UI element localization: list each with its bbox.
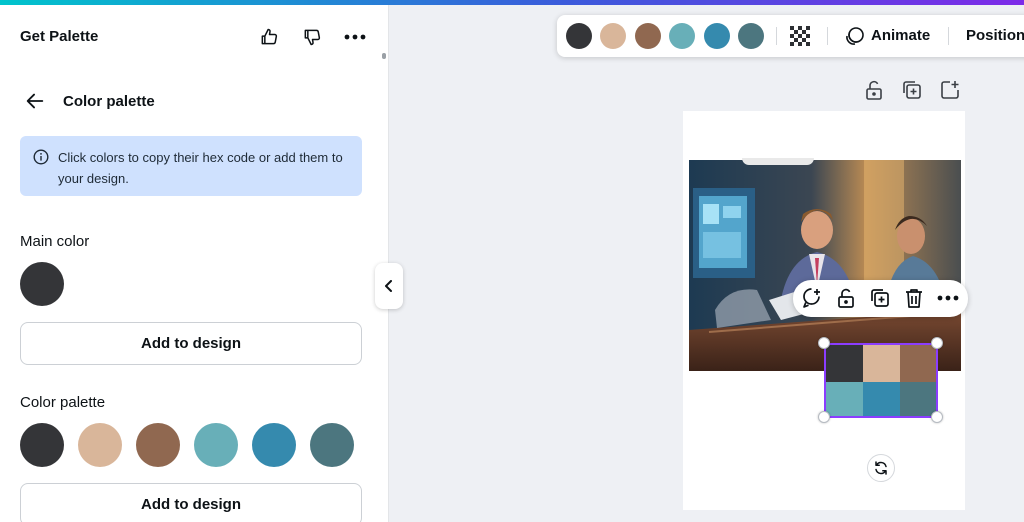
collapse-panel-button[interactable] bbox=[375, 263, 403, 309]
palette-grid-cell bbox=[863, 382, 900, 416]
more-options-button[interactable] bbox=[342, 24, 368, 50]
side-panel: Get Palette Color palette Click colors t… bbox=[0, 5, 389, 522]
palette-swatch[interactable] bbox=[78, 423, 122, 467]
resize-handle-bottom-left[interactable] bbox=[818, 411, 830, 423]
resize-handle-bottom-right[interactable] bbox=[931, 411, 943, 423]
toolbar-divider bbox=[948, 27, 949, 45]
element-context-toolbar bbox=[793, 280, 968, 317]
duplicate-page-icon[interactable] bbox=[901, 79, 923, 101]
thumbs-up-button[interactable] bbox=[256, 24, 282, 50]
info-text: Click colors to copy their hex code or a… bbox=[58, 150, 343, 186]
app-title: Get Palette bbox=[20, 28, 99, 45]
toolbar-divider bbox=[827, 27, 828, 45]
toolbar-color-swatch[interactable] bbox=[566, 23, 592, 49]
toolbar-color-swatch[interactable] bbox=[635, 23, 661, 49]
resize-handle-top-left[interactable] bbox=[818, 337, 830, 349]
thumbs-down-button[interactable] bbox=[299, 24, 325, 50]
trash-icon[interactable] bbox=[903, 287, 925, 309]
info-banner: Click colors to copy their hex code or a… bbox=[20, 136, 362, 196]
add-main-color-button[interactable]: Add to design bbox=[20, 322, 362, 365]
palette-grid-cell bbox=[863, 345, 900, 382]
toolbar-color-swatch[interactable] bbox=[669, 23, 695, 49]
palette-grid-cell bbox=[900, 345, 936, 382]
chevron-left-icon bbox=[385, 280, 392, 292]
palette-swatch[interactable] bbox=[310, 423, 354, 467]
palette-grid-cell bbox=[826, 382, 863, 416]
thumbs-up-icon bbox=[261, 28, 278, 45]
animate-button[interactable]: Animate bbox=[871, 27, 930, 44]
resize-handle-top-right[interactable] bbox=[931, 337, 943, 349]
position-button[interactable]: Position bbox=[966, 27, 1024, 44]
toolbar-color-swatch[interactable] bbox=[600, 23, 626, 49]
comment-add-icon[interactable] bbox=[801, 287, 823, 309]
main-color-swatch[interactable] bbox=[20, 262, 64, 306]
duplicate-icon[interactable] bbox=[869, 287, 891, 309]
scrollbar-thumb[interactable] bbox=[382, 53, 386, 59]
panel-subtitle: Color palette bbox=[63, 93, 155, 110]
toolbar-divider bbox=[776, 27, 777, 45]
thumbs-down-icon bbox=[304, 29, 321, 46]
palette-swatch[interactable] bbox=[20, 423, 64, 467]
add-page-icon[interactable] bbox=[939, 79, 961, 101]
animate-icon bbox=[846, 27, 864, 45]
toolbar-color-swatch[interactable] bbox=[704, 23, 730, 49]
palette-grid-cell bbox=[826, 345, 863, 382]
more-dots-icon bbox=[344, 34, 366, 40]
image-edge-highlight bbox=[742, 158, 814, 165]
editor-toolbar: Animate Position bbox=[557, 15, 1024, 57]
more-dots-icon[interactable] bbox=[937, 293, 959, 303]
add-palette-button[interactable]: Add to design bbox=[20, 483, 362, 522]
info-icon bbox=[33, 149, 49, 165]
lock-icon[interactable] bbox=[835, 287, 857, 309]
toolbar-color-swatch[interactable] bbox=[738, 23, 764, 49]
palette-grid-cell bbox=[900, 382, 936, 416]
rotate-button[interactable] bbox=[867, 454, 895, 482]
transparency-icon[interactable] bbox=[789, 25, 811, 47]
palette-swatch[interactable] bbox=[252, 423, 296, 467]
color-palette-label: Color palette bbox=[20, 394, 106, 411]
main-color-label: Main color bbox=[20, 233, 90, 250]
rotate-icon bbox=[875, 461, 887, 475]
unlock-icon[interactable] bbox=[863, 79, 885, 101]
back-arrow-icon[interactable] bbox=[24, 90, 46, 112]
palette-grid-element[interactable] bbox=[824, 343, 938, 418]
palette-swatch[interactable] bbox=[136, 423, 180, 467]
palette-swatch[interactable] bbox=[194, 423, 238, 467]
